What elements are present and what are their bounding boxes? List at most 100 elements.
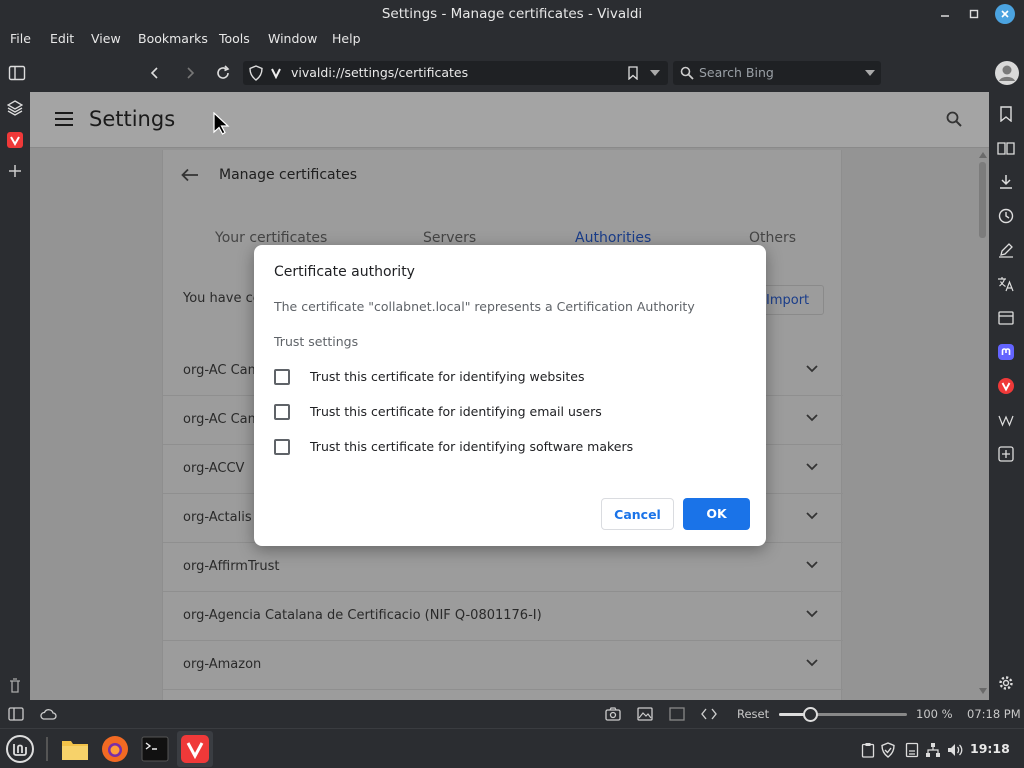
page-tiling-button[interactable] — [665, 702, 689, 726]
vivaldi-app-button[interactable] — [177, 731, 213, 767]
url-text[interactable]: vivaldi://settings/certificates — [291, 65, 468, 80]
tab-your-certificates[interactable]: Your certificates — [215, 230, 327, 246]
expand-chevron-icon[interactable] — [805, 658, 819, 668]
search-placeholder[interactable]: Search Bing — [699, 65, 774, 80]
profile-button[interactable] — [993, 59, 1021, 87]
scrollbar-thumb[interactable] — [979, 162, 986, 238]
updates-tray[interactable] — [903, 741, 921, 759]
trust-email-checkbox[interactable] — [274, 404, 290, 420]
status-bar: Reset 100 % 07:18 PM — [0, 700, 1024, 728]
trust-websites-label[interactable]: Trust this certificate for identifying w… — [310, 369, 584, 384]
shield-icon[interactable] — [249, 65, 263, 81]
mastodon-panel-button[interactable] — [995, 341, 1017, 363]
chevron-down-icon[interactable] — [650, 70, 660, 76]
forward-button[interactable] — [178, 61, 202, 85]
trust-software-label[interactable]: Trust this certificate for identifying s… — [310, 439, 633, 454]
network-tray[interactable] — [924, 741, 942, 759]
back-arrow-icon[interactable] — [181, 168, 199, 182]
reading-list-button[interactable] — [995, 137, 1017, 159]
security-tray[interactable] — [879, 741, 897, 759]
import-button[interactable]: Import — [757, 285, 824, 315]
trust-software-checkbox[interactable] — [274, 439, 290, 455]
page-actions-button[interactable] — [697, 702, 721, 726]
menu-tools[interactable]: Tools — [219, 31, 250, 46]
expand-chevron-icon[interactable] — [805, 560, 819, 570]
menu-help[interactable]: Help — [332, 31, 361, 46]
search-icon — [680, 66, 694, 80]
expand-chevron-icon[interactable] — [805, 413, 819, 423]
tab-servers[interactable]: Servers — [423, 230, 476, 246]
scroll-up-icon[interactable] — [979, 152, 987, 158]
capture-button[interactable] — [601, 702, 625, 726]
bookmark-icon[interactable] — [627, 66, 639, 80]
cloud-icon — [40, 709, 57, 720]
expand-chevron-icon[interactable] — [805, 609, 819, 619]
layers-icon — [7, 100, 23, 116]
ok-button[interactable]: OK — [683, 498, 750, 530]
history-button[interactable] — [995, 205, 1017, 227]
scroll-down-icon[interactable] — [979, 688, 987, 694]
images-toggle-button[interactable] — [633, 702, 657, 726]
expand-chevron-icon[interactable] — [805, 462, 819, 472]
menu-window[interactable]: Window — [268, 31, 317, 46]
page-scrollbar[interactable] — [976, 152, 989, 700]
menu-file[interactable]: File — [10, 31, 31, 46]
menu-view[interactable]: View — [91, 31, 121, 46]
vivaldi-taskbar-icon — [181, 735, 209, 763]
network-icon — [926, 743, 940, 757]
terminal-app-button[interactable] — [139, 733, 171, 765]
close-button[interactable] — [995, 4, 1015, 24]
maximize-button[interactable] — [964, 4, 984, 24]
panel-toggle-status-button[interactable] — [4, 702, 28, 726]
minimize-button[interactable] — [935, 4, 955, 24]
tab-stack-button[interactable] — [4, 97, 26, 119]
expand-chevron-icon[interactable] — [805, 364, 819, 374]
files-app-button[interactable] — [59, 733, 91, 765]
back-button[interactable] — [143, 61, 167, 85]
certificate-row[interactable]: org-Amazon — [163, 641, 843, 690]
settings-gear-button[interactable] — [995, 672, 1017, 694]
zoom-reset-button[interactable]: Reset — [737, 707, 769, 721]
certificate-row[interactable]: org-AffirmTrust — [163, 543, 843, 592]
vivaldi-tab-button[interactable] — [4, 129, 26, 151]
zoom-slider-knob[interactable] — [802, 707, 818, 722]
taskbar-clock[interactable]: 19:18 — [970, 741, 1010, 756]
settings-search-icon[interactable] — [946, 111, 962, 127]
tab-authorities[interactable]: Authorities — [575, 230, 651, 246]
add-web-panel-button[interactable] — [995, 443, 1017, 465]
wikipedia-panel-button[interactable] — [995, 409, 1017, 431]
hamburger-menu-icon[interactable] — [54, 111, 74, 127]
maximize-icon — [969, 9, 979, 19]
taskbar-separator — [46, 737, 48, 761]
reload-button[interactable] — [211, 61, 235, 85]
trash-button[interactable] — [4, 674, 26, 696]
volume-tray[interactable] — [946, 741, 964, 759]
menu-edit[interactable]: Edit — [50, 31, 74, 46]
window-panel-button[interactable] — [995, 307, 1017, 329]
downloads-button[interactable] — [995, 171, 1017, 193]
vivaldi-logo-icon — [7, 132, 23, 148]
cancel-button[interactable]: Cancel — [601, 498, 674, 530]
panel-toggle-button[interactable] — [5, 61, 29, 85]
trash-icon — [10, 678, 20, 693]
notes-button[interactable] — [995, 239, 1017, 261]
translate-button[interactable] — [995, 273, 1017, 295]
trust-email-label[interactable]: Trust this certificate for identifying e… — [310, 404, 602, 419]
trust-settings-heading: Trust settings — [274, 334, 359, 349]
vivaldi-panel-button[interactable] — [995, 375, 1017, 397]
zoom-slider[interactable] — [779, 707, 907, 722]
clipboard-tray[interactable] — [859, 741, 877, 759]
address-bar[interactable]: vivaldi://settings/certificates — [243, 61, 668, 85]
sync-button[interactable] — [36, 702, 60, 726]
start-menu-button[interactable] — [4, 733, 36, 765]
firefox-app-button[interactable] — [99, 733, 131, 765]
expand-chevron-icon[interactable] — [805, 511, 819, 521]
search-engine-dropdown-icon[interactable] — [865, 70, 875, 76]
tab-others[interactable]: Others — [749, 230, 796, 246]
trust-websites-checkbox[interactable] — [274, 369, 290, 385]
menu-bookmarks[interactable]: Bookmarks — [138, 31, 208, 46]
search-field[interactable]: Search Bing — [673, 61, 881, 85]
certificate-row[interactable]: org-Agencia Catalana de Certificacio (NI… — [163, 592, 843, 641]
bookmarks-panel-button[interactable] — [995, 103, 1017, 125]
add-panel-button[interactable] — [4, 160, 26, 182]
